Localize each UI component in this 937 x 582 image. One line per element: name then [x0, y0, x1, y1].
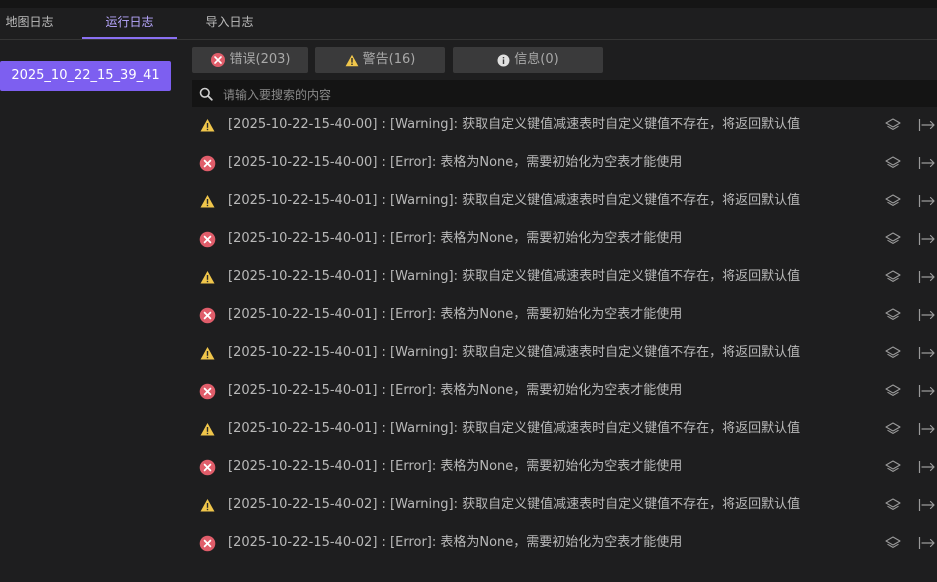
search-input[interactable] — [221, 83, 925, 106]
error-circle-icon — [199, 383, 216, 400]
layers-icon[interactable] — [885, 535, 901, 551]
warning-triangle-icon — [345, 54, 359, 66]
layers-icon[interactable] — [885, 497, 901, 513]
log-row[interactable]: [2025-10-22-15-40-00] : [Warning]: 获取自定义… — [192, 106, 937, 144]
jump-to-icon[interactable] — [918, 459, 936, 475]
error-circle-icon — [210, 53, 225, 67]
log-row[interactable]: [2025-10-22-15-40-02] : [Warning]: 获取自定义… — [192, 486, 937, 524]
error-circle-icon — [199, 155, 216, 172]
jump-to-icon[interactable] — [918, 497, 936, 513]
layers-icon[interactable] — [885, 193, 901, 209]
jump-to-icon[interactable] — [918, 155, 936, 171]
window-top-strip — [0, 0, 937, 8]
log-message: [2025-10-22-15-40-01] : [Warning]: 获取自定义… — [228, 193, 801, 208]
log-row[interactable]: [2025-10-22-15-40-01] : [Error]: 表格为None… — [192, 220, 937, 258]
jump-to-icon[interactable] — [918, 383, 936, 399]
log-message: [2025-10-22-15-40-01] : [Error]: 表格为None… — [228, 231, 683, 246]
error-circle-icon — [199, 535, 216, 552]
error-circle-icon — [199, 459, 216, 476]
log-row[interactable]: [2025-10-22-15-40-01] : [Warning]: 获取自定义… — [192, 258, 937, 296]
error-circle-icon — [199, 231, 216, 248]
log-message: [2025-10-22-15-40-01] : [Warning]: 获取自定义… — [228, 269, 801, 284]
log-list: [2025-10-22-15-40-00] : [Warning]: 获取自定义… — [192, 106, 937, 582]
log-row[interactable]: [2025-10-22-15-40-02] : [Error]: 表格为None… — [192, 524, 937, 562]
info-filter-label: 信息(0) — [514, 52, 559, 67]
warning-triangle-icon — [199, 421, 216, 438]
log-row[interactable]: [2025-10-22-15-40-01] : [Warning]: 获取自定义… — [192, 182, 937, 220]
tab-map-log[interactable]: 地图日志 — [0, 8, 59, 39]
warning-triangle-icon — [199, 193, 216, 210]
log-message: [2025-10-22-15-40-01] : [Warning]: 获取自定义… — [228, 421, 801, 436]
error-filter-button[interactable]: 错误(203) — [192, 47, 308, 73]
log-row[interactable]: [2025-10-22-15-40-01] : [Warning]: 获取自定义… — [192, 410, 937, 448]
jump-to-icon[interactable] — [918, 421, 936, 437]
warning-triangle-icon — [199, 497, 216, 514]
layers-icon[interactable] — [885, 307, 901, 323]
error-circle-icon — [199, 307, 216, 324]
jump-to-icon[interactable] — [918, 193, 936, 209]
info-filter-button[interactable]: 信息(0) — [453, 47, 603, 73]
warning-triangle-icon — [199, 269, 216, 286]
info-circle-icon — [497, 54, 510, 66]
layers-icon[interactable] — [885, 231, 901, 247]
log-message: [2025-10-22-15-40-01] : [Warning]: 获取自定义… — [228, 345, 801, 360]
search-bar — [192, 80, 937, 107]
log-row[interactable]: [2025-10-22-15-40-00] : [Error]: 表格为None… — [192, 144, 937, 182]
tab-import-log[interactable]: 导入日志 — [182, 8, 277, 39]
warning-triangle-icon — [199, 117, 216, 134]
layers-icon[interactable] — [885, 421, 901, 437]
jump-to-icon[interactable] — [918, 269, 936, 285]
tab-run-log[interactable]: 运行日志 — [82, 8, 177, 39]
tab-bar: 地图日志 运行日志 导入日志 — [0, 8, 937, 40]
log-row[interactable]: [2025-10-22-15-40-01] : [Error]: 表格为None… — [192, 296, 937, 334]
jump-to-icon[interactable] — [918, 117, 936, 133]
warning-filter-label: 警告(16) — [362, 52, 416, 67]
log-message: [2025-10-22-15-40-00] : [Error]: 表格为None… — [228, 155, 683, 170]
jump-to-icon[interactable] — [918, 345, 936, 361]
layers-icon[interactable] — [885, 155, 901, 171]
log-message: [2025-10-22-15-40-01] : [Error]: 表格为None… — [228, 307, 683, 322]
session-item[interactable]: 2025_10_22_15_39_41 — [0, 61, 171, 91]
layers-icon[interactable] — [885, 345, 901, 361]
layers-icon[interactable] — [885, 459, 901, 475]
log-message: [2025-10-22-15-40-02] : [Error]: 表格为None… — [228, 535, 683, 550]
session-sidebar: 2025_10_22_15_39_41 — [0, 40, 180, 582]
log-row[interactable]: [2025-10-22-15-40-01] : [Error]: 表格为None… — [192, 448, 937, 486]
layers-icon[interactable] — [885, 269, 901, 285]
warning-triangle-icon — [199, 345, 216, 362]
error-filter-label: 错误(203) — [229, 52, 291, 67]
log-message: [2025-10-22-15-40-01] : [Error]: 表格为None… — [228, 383, 683, 398]
layers-icon[interactable] — [885, 383, 901, 399]
jump-to-icon[interactable] — [918, 231, 936, 247]
log-message: [2025-10-22-15-40-00] : [Warning]: 获取自定义… — [228, 117, 801, 132]
log-message: [2025-10-22-15-40-01] : [Error]: 表格为None… — [228, 459, 683, 474]
log-message: [2025-10-22-15-40-02] : [Warning]: 获取自定义… — [228, 497, 801, 512]
log-row[interactable]: [2025-10-22-15-40-01] : [Error]: 表格为None… — [192, 372, 937, 410]
jump-to-icon[interactable] — [918, 535, 936, 551]
jump-to-icon[interactable] — [918, 307, 936, 323]
log-row[interactable]: [2025-10-22-15-40-01] : [Warning]: 获取自定义… — [192, 334, 937, 372]
search-icon — [199, 87, 213, 101]
warning-filter-button[interactable]: 警告(16) — [315, 47, 445, 73]
layers-icon[interactable] — [885, 117, 901, 133]
